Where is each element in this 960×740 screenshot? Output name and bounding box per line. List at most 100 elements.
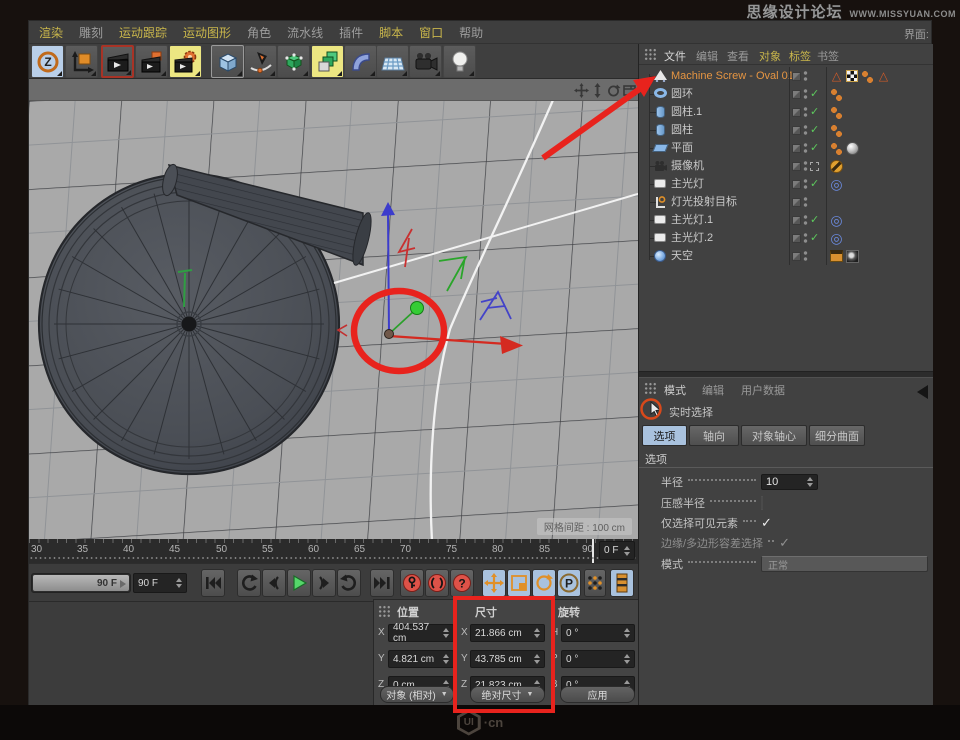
layer-toggle[interactable]: [792, 234, 801, 243]
visibility-dots[interactable]: [803, 250, 808, 262]
layer-toggle[interactable]: [792, 180, 801, 189]
object-row-camera[interactable]: 摄像机: [639, 157, 933, 175]
timeline-range-slider[interactable]: 90 F: [31, 573, 131, 593]
menu-window[interactable]: 窗口: [419, 24, 443, 41]
record-keyframe-button[interactable]: [400, 569, 424, 597]
menu-pipeline[interactable]: 流水线: [287, 24, 323, 41]
visibility-dots[interactable]: [803, 106, 808, 118]
visibility-dots[interactable]: [803, 70, 808, 82]
layer-toggle[interactable]: [792, 216, 801, 225]
layer-toggle[interactable]: [792, 198, 801, 207]
panel-grip-icon[interactable]: [644, 48, 657, 61]
light-tool-button[interactable]: [443, 45, 476, 78]
visibility-dots[interactable]: [803, 124, 808, 136]
enabled-check-icon[interactable]: [810, 89, 819, 100]
stepper[interactable]: [621, 546, 630, 556]
spline-pen-button[interactable]: [244, 45, 277, 78]
viewport-canvas[interactable]: 网格间距 : 100 cm: [29, 101, 638, 539]
om-menu-file[interactable]: 文件: [664, 48, 686, 64]
compositing-tag-icon[interactable]: [830, 250, 843, 262]
visibility-dots[interactable]: [803, 142, 808, 154]
panel-grip-icon[interactable]: [644, 382, 657, 395]
om-menu-view[interactable]: 查看: [727, 48, 749, 64]
play-forward-loop-button[interactable]: [337, 569, 361, 597]
enabled-check-icon[interactable]: [810, 215, 819, 226]
viewport-rotate-icon[interactable]: [606, 83, 621, 98]
play-backward-loop-button[interactable]: [237, 569, 261, 597]
phong-tag-icon[interactable]: [830, 70, 843, 83]
layer-toggle[interactable]: [792, 162, 801, 171]
playhead[interactable]: [592, 539, 594, 563]
layer-toggle[interactable]: [792, 126, 801, 135]
visible-only-checkbox[interactable]: [761, 515, 772, 530]
tab-axis[interactable]: 轴向: [689, 425, 739, 446]
menu-help[interactable]: 帮助: [459, 24, 483, 41]
visibility-dots[interactable]: [803, 214, 808, 226]
smoothing-tag-icon[interactable]: [830, 106, 843, 119]
y-axis-handle[interactable]: [388, 213, 389, 334]
size-y-field[interactable]: 43.785 cm: [470, 650, 545, 668]
visibility-dots[interactable]: [803, 232, 808, 244]
target-tag-icon[interactable]: [830, 232, 843, 245]
pressure-radius-checkbox[interactable]: [761, 496, 763, 510]
object-name[interactable]: 圆柱.1: [671, 103, 702, 121]
viewport-pan-icon[interactable]: [574, 83, 589, 98]
tab-subdivision[interactable]: 细分曲面: [809, 425, 865, 446]
size-mode-dropdown[interactable]: 绝对尺寸▼: [470, 686, 545, 703]
object-name[interactable]: 天空: [671, 247, 693, 265]
record-position-toggle[interactable]: [482, 569, 506, 597]
apply-button[interactable]: 应用: [560, 686, 635, 703]
menu-character[interactable]: 角色: [247, 24, 271, 41]
radius-field[interactable]: 10: [761, 474, 818, 490]
viewport-zoom-icon[interactable]: [590, 83, 605, 98]
texture-tag-icon[interactable]: [846, 250, 859, 263]
timeline-window-button[interactable]: [610, 569, 634, 597]
object-name[interactable]: Machine Screw - Oval 01: [671, 67, 794, 85]
deformer-shell-button[interactable]: [344, 45, 377, 78]
smoothing-tag-icon[interactable]: [830, 124, 843, 137]
object-row-main-light-1[interactable]: 主光灯.1: [639, 211, 933, 229]
object-name[interactable]: 主光灯: [671, 175, 704, 193]
camera-tool-button[interactable]: [409, 45, 442, 78]
gizmo-origin[interactable]: [385, 330, 394, 339]
object-row-machine-screw[interactable]: Machine Screw - Oval 01: [639, 67, 933, 85]
enabled-check-icon[interactable]: [810, 233, 819, 244]
range-slider-handle[interactable]: 90 F: [33, 575, 129, 591]
target-tag-icon[interactable]: [830, 178, 843, 191]
object-row-sky[interactable]: 天空: [639, 247, 933, 265]
z-tool-button[interactable]: Z: [31, 45, 64, 78]
add-cube-primitive-button[interactable]: [211, 45, 244, 78]
tolerance-checkbox[interactable]: [779, 535, 790, 550]
coordinate-axes-button[interactable]: [65, 45, 98, 78]
object-row-cylinder[interactable]: 圆柱: [639, 121, 933, 139]
tab-object-axis[interactable]: 对象轴心: [741, 425, 807, 446]
timeline-ruler[interactable]: 30 35 40 45 50 55 60 65 70 75 80 85 90 0…: [29, 539, 638, 563]
object-name[interactable]: 主光灯.1: [671, 211, 713, 229]
motion-gear-button[interactable]: [169, 45, 202, 78]
z-axis-knob[interactable]: [411, 302, 424, 315]
object-name[interactable]: 圆柱: [671, 121, 693, 139]
enabled-check-icon[interactable]: [810, 107, 819, 118]
object-row-torus[interactable]: 圆环: [639, 85, 933, 103]
camera-active-toggle[interactable]: [810, 162, 819, 171]
object-name[interactable]: 灯光投射目标: [671, 193, 737, 211]
size-x-field[interactable]: 21.866 cm: [470, 624, 545, 642]
layer-toggle[interactable]: [792, 252, 801, 261]
play-button[interactable]: [287, 569, 311, 597]
visibility-dots[interactable]: [803, 178, 808, 190]
layer-toggle[interactable]: [792, 144, 801, 153]
object-row-main-light-2[interactable]: 主光灯.2: [639, 229, 933, 247]
om-menu-objects[interactable]: 对象: [759, 48, 781, 64]
compositing-tag-icon[interactable]: [846, 70, 858, 82]
target-tag-icon[interactable]: [830, 214, 843, 227]
position-mode-dropdown[interactable]: 对象 (相对)▼: [380, 686, 454, 703]
om-menu-tags[interactable]: 标签: [789, 48, 811, 64]
pos-x-field[interactable]: 404.537 cm: [388, 624, 454, 642]
enabled-check-icon[interactable]: [810, 179, 819, 190]
object-name[interactable]: 摄像机: [671, 157, 704, 175]
playhead-frame-field[interactable]: 0 F: [599, 541, 635, 560]
am-menu-mode[interactable]: 模式: [664, 382, 686, 398]
next-key-button[interactable]: [312, 569, 336, 597]
smoothing-tag-icon[interactable]: [861, 70, 874, 83]
menu-render[interactable]: 渲染: [39, 24, 63, 41]
